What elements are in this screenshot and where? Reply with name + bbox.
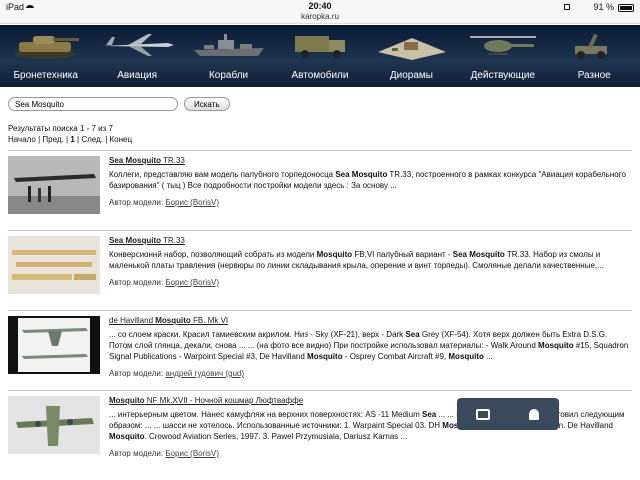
battery-percent: 91 % [593,2,614,12]
result-title[interactable]: Sea Mosquito TR.33 [109,235,629,246]
result-description: Конверсионнй набор, позволяющий собрать … [109,250,604,270]
notifications-button[interactable] [508,398,559,430]
result-title[interactable]: Sea Mosquito TR.33 [109,155,629,166]
truck-icon [294,36,345,58]
result-description: Коллеги, представляю вам модель палубног… [109,170,626,190]
battery-icon [618,4,634,12]
helicopter-icon [469,36,536,55]
artillery-icon [575,33,608,59]
list-item: de Havilland Mosquito FB. Mk VI ... со с… [8,310,632,390]
search-input[interactable] [8,97,178,111]
category-armor[interactable]: Бронетехника [0,25,91,87]
search-bar: Искать [8,97,230,111]
status-bar: iPad 20:40 karopka.ru 91 % [0,0,640,24]
result-author: Автор модели: андрей гудович (gud) [109,369,245,378]
pager-prev[interactable]: Пред. [42,135,63,144]
pager-end[interactable]: Конец [110,135,133,144]
author-link[interactable]: Борис (BorisV) [165,198,219,207]
category-misc[interactable]: Разное [549,25,640,87]
lock-icon [564,4,570,10]
category-nav: Бронетехника Авиация Корабли Автомобили [0,25,640,87]
chat-icon [475,408,490,420]
result-thumbnail[interactable] [8,236,100,294]
jet-icon [102,34,175,56]
list-item: Sea Mosquito TR.33 Конверсионнй набор, п… [8,230,632,310]
author-link[interactable]: Борис (BorisV) [165,449,219,458]
bell-icon [528,408,539,420]
chat-button[interactable] [457,398,508,430]
results-summary: Результаты поиска 1 - 7 из 7 Начало | Пр… [8,123,132,145]
author-link[interactable]: андрей гудович (gud) [165,369,244,378]
result-author: Автор модели: Борис (BorisV) [109,449,220,458]
results-count: Результаты поиска 1 - 7 из 7 [8,124,113,133]
list-item: Sea Mosquito TR.33 Коллеги, представляю … [8,150,632,230]
category-aviation[interactable]: Авиация [91,25,182,87]
address-url[interactable]: karopka.ru [0,12,640,21]
result-description: ... со слоем краски. Красил тамиевским а… [109,330,629,361]
category-ships[interactable]: Корабли [183,25,274,87]
pager-start[interactable]: Начало [8,135,36,144]
result-author: Автор модели: Борис (BorisV) [109,278,220,287]
ship-icon [193,34,264,56]
category-cars[interactable]: Автомобили [274,25,365,87]
result-thumbnail[interactable] [8,156,100,214]
tank-icon [14,36,79,59]
category-dioramas[interactable]: Диорамы [366,25,457,87]
result-thumbnail[interactable] [8,396,100,454]
pager-current: 1 [70,135,75,144]
clock: 20:40 [308,1,332,11]
pager-next[interactable]: След. [81,135,103,144]
result-thumbnail[interactable] [8,316,100,374]
diorama-icon [378,38,447,60]
author-link[interactable]: Борис (BorisV) [165,278,219,287]
result-title[interactable]: de Havilland Mosquito FB. Mk VI [109,315,629,326]
pager: Начало | Пред. | 1 | След. | Конец [8,135,133,144]
floating-widget [457,398,559,430]
result-author: Автор модели: Борис (BorisV) [109,198,220,207]
search-button[interactable]: Искать [184,97,230,111]
category-working[interactable]: Действующие [457,25,548,87]
